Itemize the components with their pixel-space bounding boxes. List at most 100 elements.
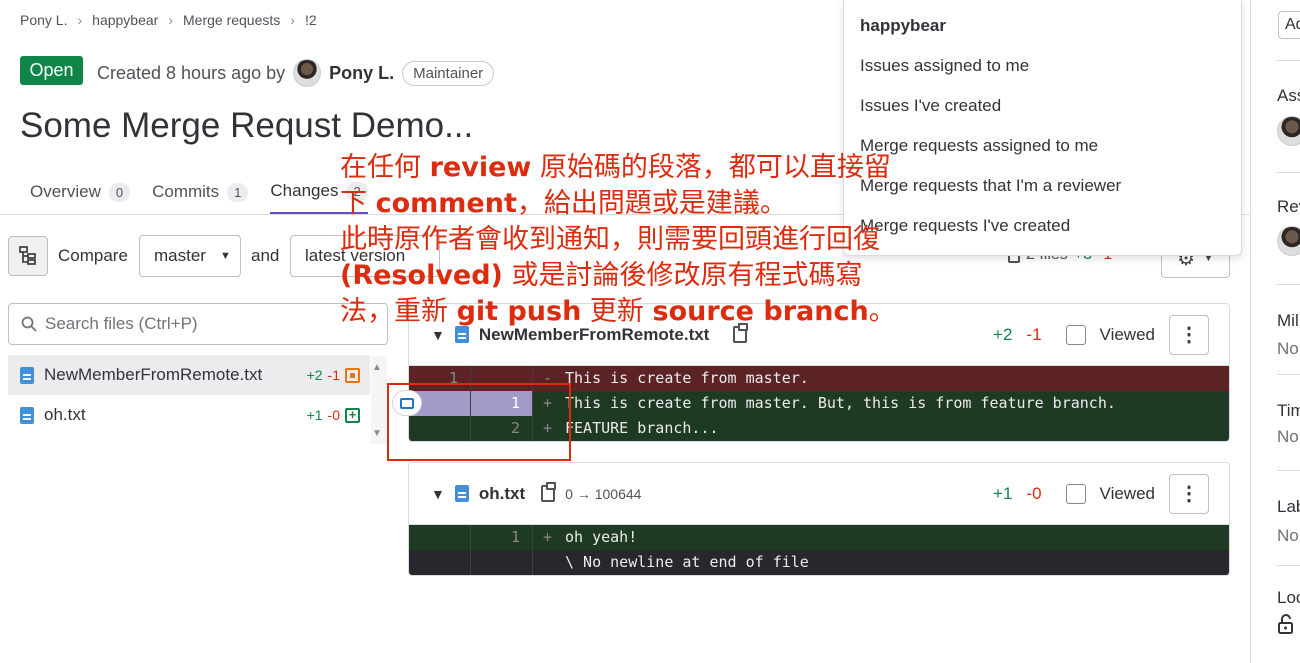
annotation-overlay: 在任何 review 原始碼的段落，都可以直接留 下 comment，給出問題或… — [340, 150, 980, 330]
chevron-right-icon: › — [77, 12, 83, 28]
annotation-text: 或是討論後修改原有程式碼寫 — [502, 260, 863, 291]
diff-added: +1 — [993, 483, 1013, 503]
annotation-text: ，給出問題或是建議。 — [516, 188, 787, 219]
search-files-input[interactable]: Search files (Ctrl+P) — [8, 303, 388, 345]
old-line-number[interactable] — [409, 525, 471, 550]
tab-commits[interactable]: Commits 1 — [152, 170, 249, 214]
diff-removed: -0 — [1026, 483, 1042, 503]
annotation-text: 法，重新 — [340, 296, 457, 327]
viewed-checkbox[interactable] — [1065, 324, 1086, 345]
and-label: and — [251, 246, 280, 265]
annotation-keyword: review — [429, 152, 532, 183]
menu-item-issues-assigned[interactable]: Issues assigned to me — [844, 46, 1241, 86]
sidebar-add-button[interactable]: Ad — [1278, 11, 1300, 39]
highlight-box — [387, 383, 571, 461]
tab-overview[interactable]: Overview 0 — [30, 170, 131, 214]
old-line-number — [409, 550, 471, 575]
sidebar-divider — [1277, 284, 1300, 285]
file-modified-icon — [345, 367, 360, 383]
scroll-down-icon[interactable]: ▼ — [372, 428, 382, 439]
sidebar-assignee-label: Ass — [1277, 86, 1300, 105]
chevron-down-icon[interactable]: ▼ — [431, 486, 445, 502]
reviewer-avatar[interactable] — [1277, 226, 1300, 256]
diff-file-name[interactable]: oh.txt — [479, 484, 525, 504]
created-text: Created 8 hours ago by — [97, 62, 286, 83]
tab-label: Overview — [30, 182, 101, 201]
file-tree-item[interactable]: NewMemberFromRemote.txt +2 -1 — [8, 355, 370, 395]
file-added: +1 — [306, 407, 323, 423]
breadcrumb: Pony L. › happybear › Merge requests › !… — [20, 10, 317, 30]
annotation-line: 在任何 review 原始碼的段落，都可以直接留 — [340, 150, 980, 186]
tab-count: 1 — [227, 182, 249, 202]
sidebar-lock-label: Loc — [1277, 588, 1300, 607]
file-added: +2 — [306, 367, 323, 383]
diff-line[interactable]: 1 + oh yeah! — [409, 525, 1229, 550]
diff-removed: -1 — [1026, 324, 1042, 344]
file-removed: -1 — [327, 367, 340, 383]
annotation-line: 法，重新 git push 更新 source branch。 — [340, 294, 980, 330]
breadcrumb-mr-id[interactable]: !2 — [305, 12, 317, 28]
annotation-keyword: git push — [456, 296, 582, 327]
sidebar-labels-label: Lab — [1277, 497, 1300, 516]
diff-code: This is create from master. But, this is… — [565, 394, 1116, 412]
file-tree-item[interactable]: oh.txt +1 -0 + — [8, 395, 370, 435]
file-icon — [20, 406, 34, 424]
diff-code: FEATURE branch... — [565, 419, 719, 437]
no-newline-note: \ No newline at end of file — [565, 553, 809, 571]
tab-label: Changes — [270, 181, 339, 200]
annotation-text: 在任何 — [340, 152, 430, 183]
breadcrumb-merge-requests[interactable]: Merge requests — [183, 12, 280, 28]
assignee-avatar[interactable] — [1277, 116, 1300, 146]
diff-sign: + — [543, 528, 553, 546]
sidebar-labels-value: No — [1277, 526, 1299, 545]
annotation-keyword: (Resolved) — [340, 260, 503, 291]
diff-line: \ No newline at end of file — [409, 550, 1229, 575]
file-tree-toggle-button[interactable] — [8, 236, 48, 276]
annotation-text: 。 — [868, 296, 896, 327]
viewed-checkbox[interactable] — [1065, 483, 1086, 504]
compare-label: Compare — [58, 246, 128, 265]
sidebar-divider — [1277, 565, 1300, 566]
annotation-line: 此時原作者會收到通知，則需要回頭進行回復 — [340, 224, 880, 255]
author-avatar[interactable] — [293, 59, 322, 87]
search-icon — [21, 316, 37, 332]
menu-title: happybear — [860, 16, 946, 35]
tab-bar: Overview 0 Commits 1 Changes 2 — [30, 170, 368, 214]
created-info: Created 8 hours ago by Pony L. Maintaine… — [97, 59, 495, 87]
unlock-icon[interactable] — [1277, 614, 1295, 637]
viewed-label: Viewed — [1099, 483, 1155, 503]
more-actions-button[interactable]: ⋮ — [1169, 314, 1209, 355]
tab-count: 0 — [108, 182, 131, 202]
breadcrumb-project[interactable]: happybear — [92, 12, 158, 28]
new-line-number[interactable]: 1 — [471, 525, 533, 550]
source-branch-dropdown[interactable]: master ▼ — [139, 235, 241, 277]
diff-code: oh yeah! — [565, 528, 638, 546]
viewed-label: Viewed — [1099, 324, 1155, 344]
menu-item-issues-created[interactable]: Issues I've created — [844, 86, 1241, 126]
file-tree-item-name: oh.txt — [44, 405, 86, 424]
status-badge: Open — [20, 56, 83, 85]
diff-file-card: ▼ oh.txt 0 → 100644 +1 -0 Viewed ⋮ 1 + oh… — [408, 462, 1230, 576]
annotation-line: 下 comment，給出問題或是建議。 — [340, 186, 980, 222]
annotation-keyword: comment — [375, 188, 517, 219]
diff-added: +2 — [993, 324, 1013, 344]
file-tree-item-name: NewMemberFromRemote.txt — [44, 365, 263, 384]
more-actions-button[interactable]: ⋮ — [1169, 473, 1209, 514]
breadcrumb-user[interactable]: Pony L. — [20, 12, 67, 28]
search-files-placeholder: Search files (Ctrl+P) — [45, 314, 198, 333]
chevron-down-icon: ▼ — [219, 250, 231, 262]
chevron-right-icon: › — [168, 12, 173, 28]
role-badge: Maintainer — [402, 60, 495, 86]
author-name[interactable]: Pony L. — [329, 63, 394, 84]
sidebar-milestone-label: Mil — [1277, 311, 1299, 330]
sidebar-divider — [1277, 172, 1300, 173]
new-line-number — [471, 550, 533, 575]
chevron-right-icon: › — [290, 12, 295, 28]
file-removed: -0 — [327, 407, 340, 423]
sidebar-divider — [1277, 374, 1300, 375]
file-icon — [20, 366, 34, 384]
scroll-up-icon[interactable]: ▲ — [372, 362, 382, 373]
file-icon — [454, 485, 469, 502]
copy-path-icon[interactable] — [541, 482, 557, 502]
file-mode: 0 → 100644 — [565, 485, 642, 502]
